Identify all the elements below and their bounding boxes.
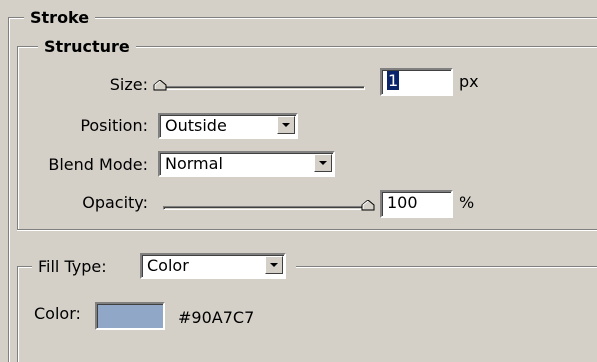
size-input-value: 1 (387, 71, 400, 90)
position-label: Position: (80, 116, 148, 135)
position-dropdown-icon[interactable] (277, 116, 295, 134)
fill-type-label: Fill Type: (38, 257, 107, 276)
size-unit: px (459, 72, 479, 91)
opacity-label: Opacity: (82, 193, 148, 212)
blend-mode-label: Blend Mode: (48, 155, 148, 174)
fill-type-select-value: Color (147, 256, 189, 275)
fill-frame-left-hl (18, 267, 19, 362)
position-select[interactable]: Outside (158, 113, 298, 139)
position-select-value: Outside (165, 116, 227, 135)
color-label: Color: (34, 304, 81, 323)
opacity-slider-thumb[interactable] (361, 200, 375, 211)
blend-mode-select[interactable]: Normal (158, 151, 335, 177)
blend-mode-select-value: Normal (165, 154, 223, 173)
structure-frame-bottom-hl (17, 230, 597, 231)
size-input[interactable]: 1 (380, 68, 453, 96)
opacity-input-value: 100 (387, 193, 418, 212)
fill-type-select[interactable]: Color (140, 253, 286, 279)
stroke-legend: Stroke (24, 8, 96, 28)
opacity-slider-track[interactable] (163, 206, 368, 210)
size-slider-track[interactable] (160, 86, 365, 90)
color-swatch[interactable] (95, 302, 165, 330)
structure-legend: Structure (38, 37, 136, 57)
fill-type-dropdown-icon[interactable] (265, 256, 283, 274)
size-slider-thumb[interactable] (153, 80, 167, 91)
blend-mode-dropdown-icon[interactable] (314, 154, 332, 172)
stroke-frame-left-hl (9, 18, 10, 362)
size-label: Size: (109, 75, 148, 94)
opacity-input[interactable]: 100 (380, 190, 453, 218)
stroke-frame-top-hl (8, 18, 597, 19)
structure-frame-left-hl (18, 47, 19, 230)
fill-type-legend: Fill Type: Color (32, 251, 296, 281)
opacity-unit: % (459, 193, 475, 212)
color-hex-text: #90A7C7 (178, 308, 255, 327)
